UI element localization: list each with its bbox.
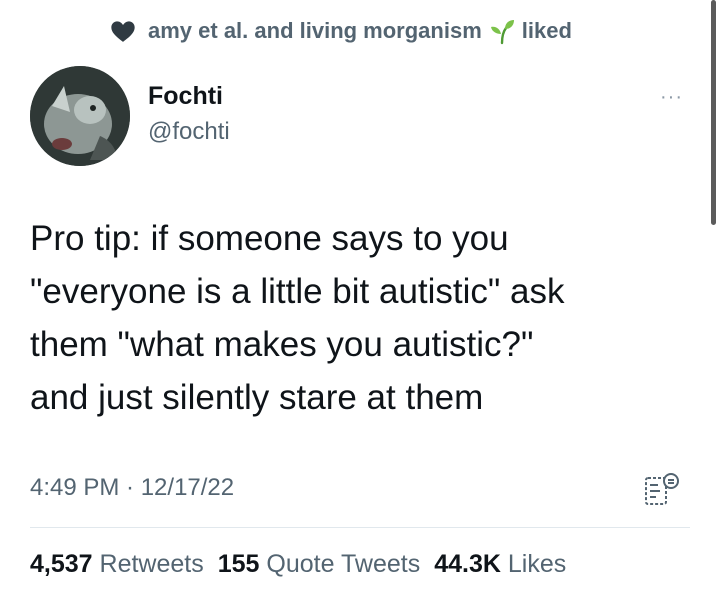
scrollbar[interactable] — [711, 0, 716, 225]
liked-by-names: amy et al. and living morganism — [148, 18, 482, 43]
sprout-icon — [490, 20, 514, 45]
tweet-timestamp[interactable]: 4:49 PM · 12/17/22 — [30, 474, 234, 502]
quote-tweets-stat[interactable]: 155 Quote Tweets — [218, 550, 420, 578]
avatar[interactable] — [30, 66, 130, 166]
heart-icon — [111, 21, 135, 42]
tweet-text: Pro tip: if someone says to you "everyon… — [30, 219, 565, 417]
author-name[interactable]: Fochti — [148, 82, 223, 111]
tweet-stats: 4,537 Retweets 155 Quote Tweets 44.3K Like… — [30, 550, 566, 579]
retweets-count: 4,537 — [30, 550, 93, 578]
translate-icon[interactable] — [642, 470, 682, 510]
quote-tweets-count: 155 — [217, 550, 260, 578]
liked-label: liked — [521, 18, 572, 43]
likes-count: 44.3K — [434, 550, 501, 578]
more-icon[interactable]: ··· — [660, 86, 683, 109]
likes-label: Likes — [507, 550, 567, 578]
avatar-image — [30, 66, 130, 166]
likes-stat[interactable]: 44.3K Likes — [434, 550, 566, 578]
social-context[interactable]: amy et al. and living morganism liked — [108, 14, 572, 48]
quote-tweets-label: Quote Tweets — [266, 550, 421, 578]
retweets-label: Retweets — [99, 550, 204, 578]
author-handle[interactable]: @fochti — [148, 118, 230, 146]
retweets-stat[interactable]: 4,537 Retweets — [30, 550, 204, 578]
divider — [30, 527, 690, 528]
